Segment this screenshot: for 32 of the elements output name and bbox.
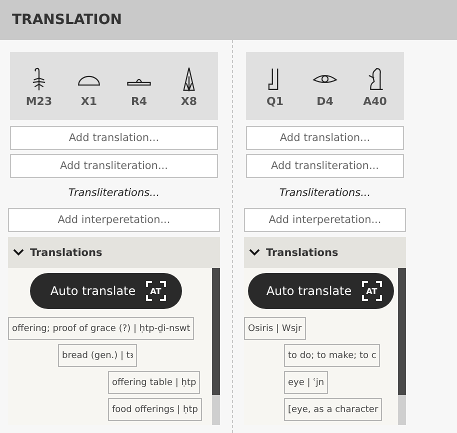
section-header[interactable]: Translations <box>244 237 406 268</box>
glyph-code: A40 <box>363 94 387 108</box>
auto-translate-button[interactable]: Auto translate AT <box>30 273 182 309</box>
translation-entry[interactable]: offering; proof of grace (?) | ḥtp-ḏi-nswt <box>8 317 194 340</box>
auto-translate-button[interactable]: Auto translate AT <box>248 273 394 309</box>
glyph-code: X1 <box>80 94 98 108</box>
add-transliteration-button[interactable]: Add transliteration... <box>10 154 218 178</box>
glyph-code: D4 <box>316 94 334 108</box>
transliterations-label: Transliterations... <box>68 186 160 201</box>
glyph-code: Q1 <box>266 94 284 108</box>
transliterations-label: Transliterations... <box>279 186 371 201</box>
translation-entry[interactable]: Osiris | Wsjr <box>244 317 306 340</box>
section-title: Translations <box>266 246 338 258</box>
add-translation-button[interactable]: Add translation... <box>246 126 404 150</box>
add-translation-button[interactable]: Add translation... <box>10 126 218 150</box>
add-transliteration-button[interactable]: Add transliteration... <box>246 154 404 178</box>
scrollbar[interactable] <box>398 268 406 425</box>
translation-entry[interactable]: offering table | ḥtp <box>108 371 200 394</box>
glyph-code: R4 <box>130 94 148 108</box>
add-interpretation-button[interactable]: Add interperetation... <box>8 208 220 232</box>
add-interpretation-button[interactable]: Add interperetation... <box>244 208 406 232</box>
translation-entry[interactable]: [eye, as a character <box>284 398 382 421</box>
glyph-code: X8 <box>180 94 198 108</box>
section-title: Translations <box>30 246 102 258</box>
translation-entry[interactable]: food offerings | ḥtp <box>108 398 202 421</box>
scrollbar[interactable] <box>212 268 220 425</box>
section-header[interactable]: Translations <box>8 237 220 268</box>
translation-entry[interactable]: eye | ʿjn <box>284 371 328 394</box>
glyph-code: M23 <box>26 94 52 108</box>
panel-title: TRANSLATION <box>12 12 122 28</box>
translation-entry[interactable]: bread (gen.) | tꜣ <box>58 344 138 367</box>
translation-entry[interactable]: to do; to make; to c <box>284 344 380 367</box>
